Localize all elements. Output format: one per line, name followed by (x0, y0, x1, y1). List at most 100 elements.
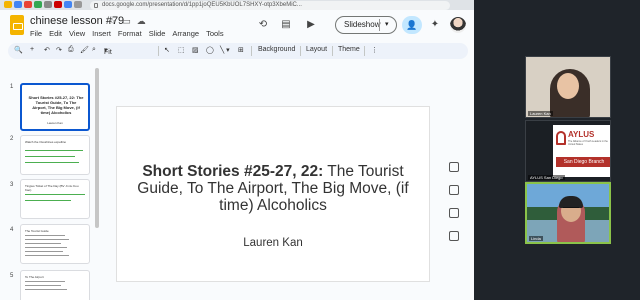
history-icon[interactable]: ⟲ (256, 18, 270, 32)
slideshow-button[interactable]: Slideshow ▾ (335, 16, 397, 34)
slide-author[interactable]: Lauren Kan (117, 237, 429, 249)
print-icon[interactable]: ⎙ (68, 46, 74, 54)
slide-title[interactable]: Short Stories #25-27, 22: The Tourist Gu… (127, 163, 419, 214)
tab-favicon-icon[interactable] (64, 1, 72, 8)
divider (332, 46, 333, 56)
title-actions: ☆▭☁ (108, 16, 152, 27)
participant-name: Lauren Kan (528, 111, 553, 116)
lock-icon (94, 3, 98, 8)
tab-favicon-icon[interactable] (74, 1, 82, 8)
select-cursor-icon[interactable]: ↖ (164, 46, 170, 54)
video-tile-1[interactable]: Lauren Kan (525, 56, 611, 118)
tasks-icon[interactable] (449, 208, 459, 218)
menu-format[interactable]: Format (118, 29, 142, 38)
slide-title-bold: Short Stories #25-27, 22: (142, 163, 324, 180)
thumbnail-line (25, 235, 65, 236)
filmstrip-scrollbar[interactable] (95, 68, 99, 228)
slide-number: 5 (10, 273, 14, 279)
divider (251, 46, 252, 56)
thumbnail-line (25, 239, 69, 240)
zoom-label: Fit (104, 49, 112, 56)
paint-format-icon[interactable]: 🖌 (80, 46, 89, 54)
address-bar-url: docs.google.com/presentation/d/1pp1joQEU… (102, 2, 302, 8)
zoom-select[interactable]: Fit ▾ (104, 46, 112, 56)
participant-face (557, 73, 579, 99)
gemini-sparkle-icon[interactable]: ✦ (428, 18, 442, 32)
keep-icon[interactable] (449, 185, 459, 195)
more-options-icon[interactable]: ⋮ (371, 46, 378, 54)
thumbnail-line (25, 251, 63, 252)
current-slide[interactable]: Short Stories #25-27, 22: The Tourist Gu… (116, 106, 430, 282)
menu-file[interactable]: File (30, 29, 42, 38)
meet-icon[interactable]: ▶ (304, 18, 318, 32)
tab-favicon-icon[interactable] (24, 1, 32, 8)
slide-thumbnail-3[interactable]: Tingwo Ticket of The Day (BV Ji niu Kou … (20, 179, 90, 219)
star-icon[interactable]: ☆ (108, 16, 122, 26)
slide-thumbnail-5[interactable]: To The Airport (20, 270, 90, 300)
slide-thumbnail-4[interactable]: The Tourist Guide (20, 224, 90, 264)
calendar-icon[interactable] (449, 162, 459, 172)
side-panel (446, 162, 462, 254)
divider (158, 46, 159, 56)
slide-filmstrip: 1 Short Stories #25-27, 22: The Tourist … (0, 62, 100, 300)
thumbnail-title: Short Stories #25-27, 22: The Tourist Gu… (28, 95, 84, 115)
tab-favicon-icon[interactable] (54, 1, 62, 8)
thumbnail-line (25, 162, 79, 163)
thumbnail-line (25, 255, 69, 256)
thumbnail-line (25, 247, 67, 248)
thumbnail-line (25, 243, 61, 244)
aylus-logo-card: AYLUS The Alliance of Youth Leaders in t… (553, 125, 610, 177)
slide-thumbnail-2[interactable]: Watch the Ososhines expellino (20, 135, 90, 175)
search-icon[interactable]: 🔍 (14, 46, 23, 54)
cloud-status-icon[interactable]: ☁ (137, 16, 152, 26)
divider (300, 46, 301, 56)
thumbnail-line (25, 200, 71, 201)
comments-icon[interactable]: ▤ (279, 18, 293, 32)
chevron-down-icon[interactable]: ▾ (385, 17, 389, 33)
slide-number: 1 (10, 84, 14, 90)
undo-icon[interactable]: ↶ (44, 46, 50, 54)
redo-icon[interactable]: ↷ (56, 46, 62, 54)
toolbar: 🔍 + ↶ ↷ ⎙ 🖌 ⌕ Fit ▾ ↖ ⬚ ▨ ◯ ╲ ▾ ⊞ Backgr… (8, 43, 468, 59)
browser-tab-strip: docs.google.com/presentation/d/1pp1joQEU… (0, 0, 474, 10)
address-bar[interactable]: docs.google.com/presentation/d/1pp1joQEU… (90, 1, 450, 10)
slide-thumbnail-1[interactable]: Short Stories #25-27, 22: The Tourist Gu… (20, 83, 90, 131)
menu-slide[interactable]: Slide (149, 29, 166, 38)
menu-arrange[interactable]: Arrange (172, 29, 199, 38)
video-tile-3-active-speaker[interactable]: Linda (525, 182, 611, 244)
menu-edit[interactable]: Edit (49, 29, 62, 38)
maps-icon[interactable] (449, 231, 459, 241)
comment-add-icon[interactable]: ⊞ (238, 46, 244, 54)
move-folder-icon[interactable]: ▭ (122, 16, 137, 26)
add-icon[interactable]: + (30, 46, 34, 53)
aylus-subtitle: The Alliance of Youth Leaders in the Uni… (568, 140, 608, 146)
shape-icon[interactable]: ◯ (206, 46, 214, 54)
theme-button[interactable]: Theme (338, 46, 360, 53)
menu-view[interactable]: View (69, 29, 85, 38)
participant-name: AYLUS San Diego (528, 175, 565, 180)
thumbnail-text: To The Airport (25, 275, 44, 279)
slide-number: 4 (10, 227, 14, 233)
tab-favicon-icon[interactable] (34, 1, 42, 8)
background-button[interactable]: Background (258, 46, 295, 53)
zoom-icon[interactable]: ⌕ (92, 46, 96, 54)
aylus-branch: San Diego Branch (556, 157, 610, 167)
avatar[interactable] (450, 17, 466, 33)
participant-name: Linda (529, 236, 543, 241)
video-tile-2[interactable]: AYLUS The Alliance of Youth Leaders in t… (525, 120, 611, 182)
thumbnail-text: The Tourist Guide (25, 229, 49, 233)
tab-favicon-icon[interactable] (44, 1, 52, 8)
thumbnail-line (25, 156, 75, 157)
layout-button[interactable]: Layout (306, 46, 327, 53)
slide-canvas: Short Stories #25-27, 22: The Tourist Gu… (100, 62, 440, 300)
line-icon[interactable]: ╲ ▾ (220, 46, 230, 54)
share-button[interactable]: 👤 (402, 16, 422, 34)
image-icon[interactable]: ▨ (192, 46, 199, 54)
thumbnail-line (25, 289, 67, 290)
menu-tools[interactable]: Tools (206, 29, 224, 38)
textbox-icon[interactable]: ⬚ (178, 46, 185, 54)
menu-insert[interactable]: Insert (92, 29, 111, 38)
slides-favicon-icon[interactable] (4, 1, 12, 8)
tab-favicon-icon[interactable] (14, 1, 22, 8)
slides-logo-icon[interactable] (10, 15, 24, 35)
